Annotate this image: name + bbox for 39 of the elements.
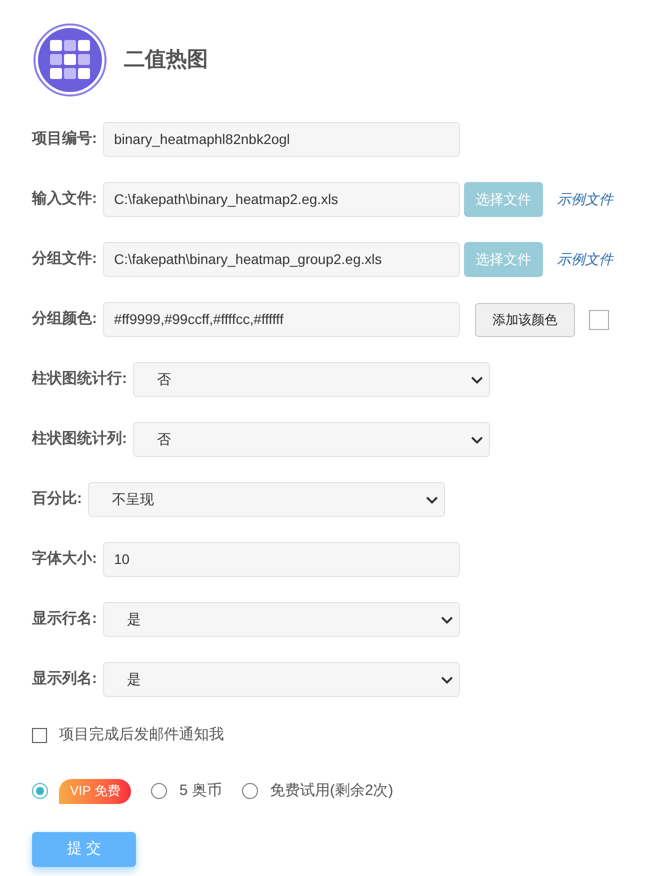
input-field[interactable]: C:\fakepath\binary_heatmap2.eg.xls: [103, 182, 460, 217]
vip-badge: VIP 免费: [59, 778, 132, 804]
field-label: 分组颜色:: [32, 309, 97, 330]
color-checkbox[interactable]: [589, 310, 609, 330]
notify-label: 项目完成后发邮件通知我: [59, 724, 224, 745]
field-label: 输入文件:: [32, 189, 97, 210]
grid-logo-icon: [33, 23, 107, 97]
select-field[interactable]: 是: [103, 602, 460, 637]
select-field[interactable]: 是: [103, 662, 460, 697]
select-field[interactable]: 否: [133, 362, 490, 397]
field-label: 显示行名:: [32, 609, 97, 630]
example-file-link[interactable]: 示例文件: [557, 189, 613, 210]
notify-checkbox[interactable]: [32, 728, 47, 742]
chevron-down-icon: [441, 616, 453, 624]
field-label: 项目编号:: [32, 129, 97, 150]
field-label: 柱状图统计列:: [32, 429, 127, 450]
option-label: 免费试用(剩余2次): [270, 780, 394, 801]
input-field[interactable]: 10: [103, 542, 460, 577]
chevron-down-icon: [441, 676, 453, 684]
page-title: 二值热图: [124, 47, 208, 74]
input-field[interactable]: binary_heatmaphl82nbk2ogl: [103, 122, 460, 157]
field-label: 字体大小:: [32, 549, 97, 570]
input-field[interactable]: C:\fakepath\binary_heatmap_group2.eg.xls: [103, 242, 460, 277]
input-field[interactable]: #ff9999,#99ccff,#ffffcc,#ffffff: [103, 302, 460, 337]
chevron-down-icon: [426, 496, 438, 504]
field-label: 百分比:: [32, 489, 82, 510]
add-color-button[interactable]: 添加该颜色: [475, 302, 575, 336]
radio-button[interactable]: [151, 783, 168, 799]
chevron-down-icon: [471, 436, 483, 444]
option-label: 5 奥币: [179, 780, 222, 801]
select-field[interactable]: 不呈现: [88, 482, 445, 517]
field-label: 分组文件:: [32, 249, 97, 270]
radio-button[interactable]: [242, 783, 258, 799]
field-label: 显示列名:: [32, 669, 97, 690]
radio-button[interactable]: [32, 783, 48, 799]
select-field[interactable]: 否: [133, 422, 490, 457]
example-file-link[interactable]: 示例文件: [557, 249, 613, 270]
chevron-down-icon: [471, 376, 483, 384]
field-label: 柱状图统计行:: [32, 369, 127, 390]
